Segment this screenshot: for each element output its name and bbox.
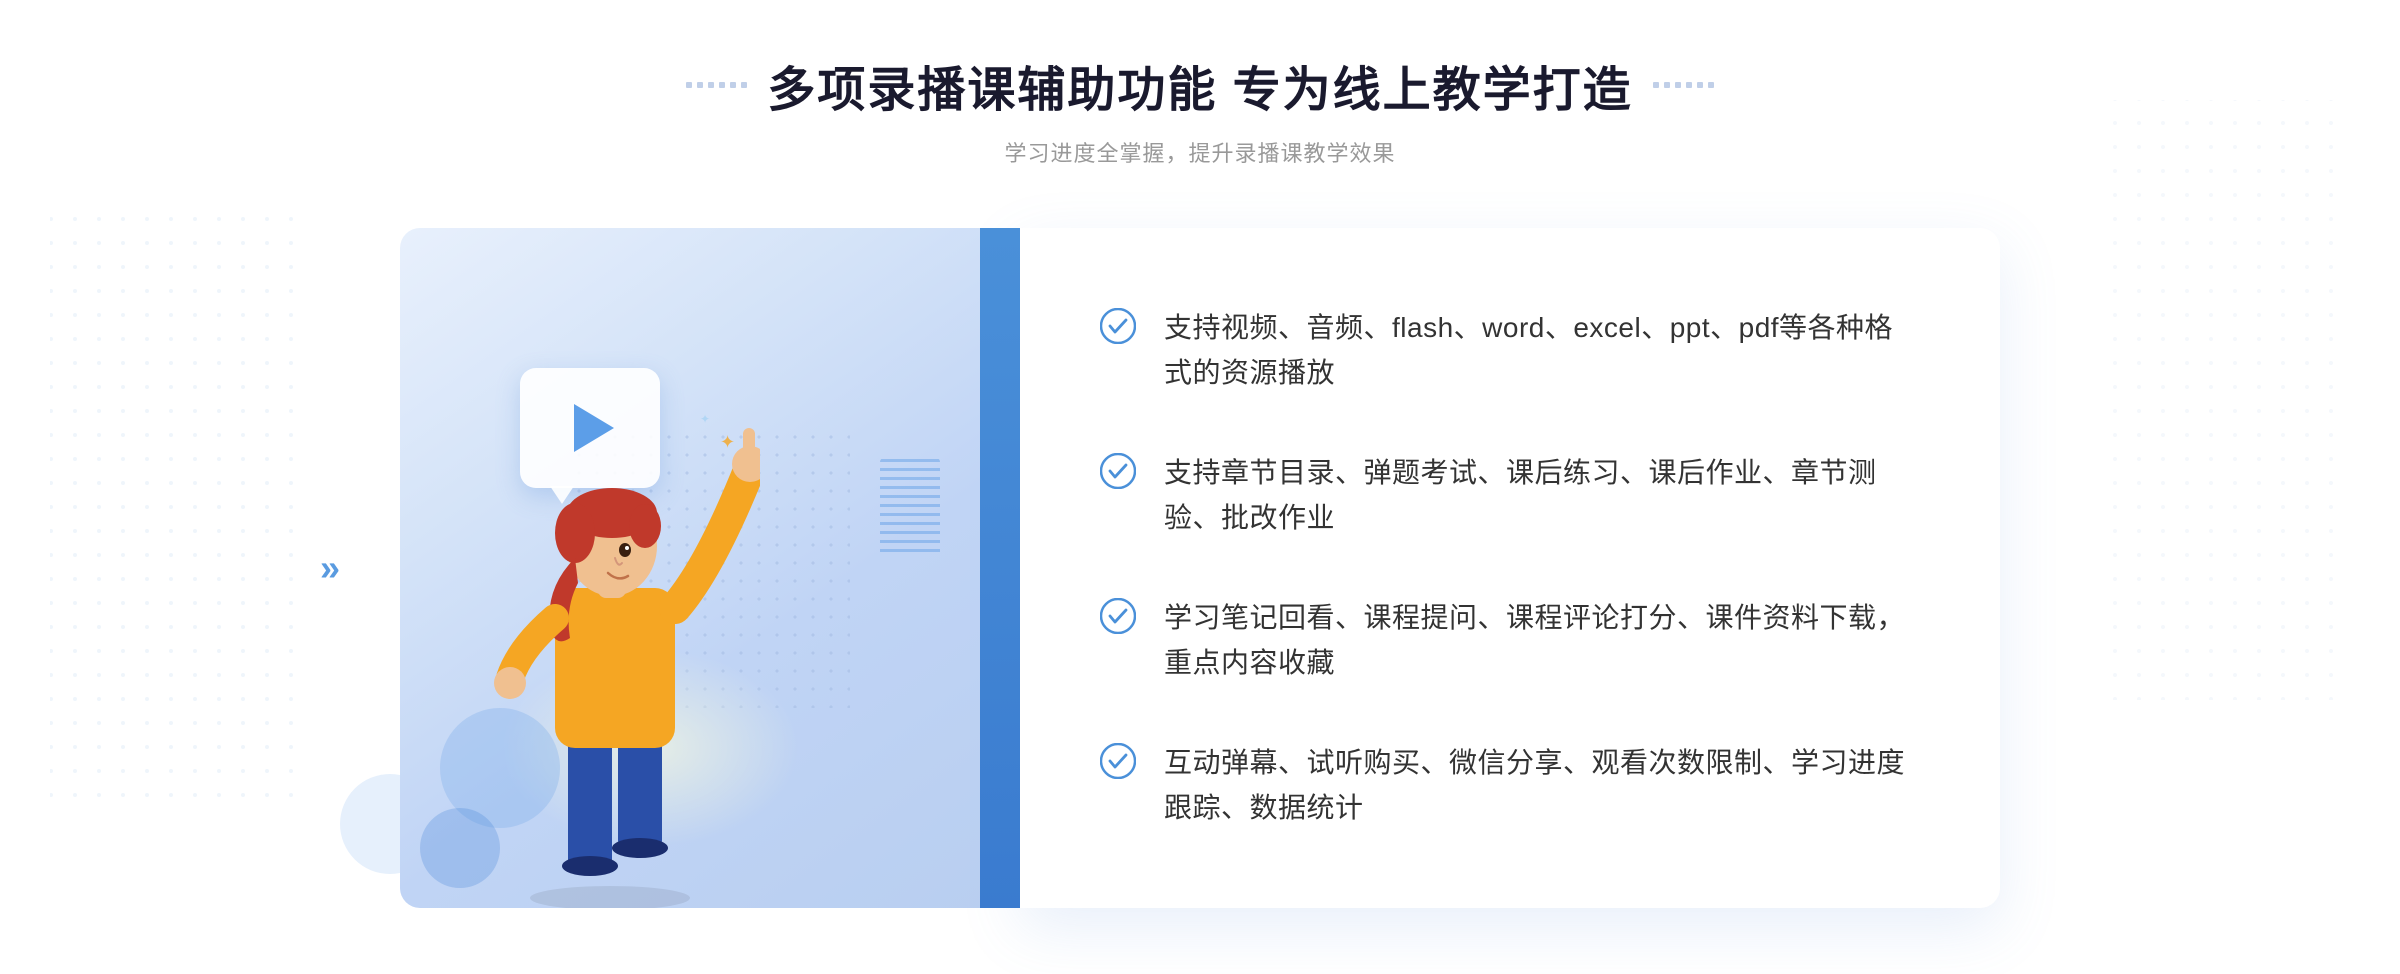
feature-item-4: 互动弹幕、试听购买、微信分享、观看次数限制、学习进度跟踪、数据统计 — [1100, 721, 1920, 851]
title-dots-right — [1653, 82, 1714, 88]
page-wrapper: 多项录播课辅助功能 专为线上教学打造 学习进度全掌握，提升录播课教学效果 » — [0, 0, 2400, 974]
main-title: 多项录播课辅助功能 专为线上教学打造 — [767, 50, 1632, 120]
illustration-panel: ✦ ✦ — [400, 228, 1020, 908]
stripe-decoration — [880, 458, 940, 558]
blue-bar — [980, 228, 1020, 908]
right-panel: 支持视频、音频、flash、word、excel、ppt、pdf等各种格式的资源… — [1020, 228, 2000, 908]
check-icon-4 — [1100, 743, 1136, 779]
content-area: » — [400, 228, 2000, 908]
feature-text-1: 支持视频、音频、flash、word、excel、ppt、pdf等各种格式的资源… — [1164, 306, 1920, 396]
feature-item-1: 支持视频、音频、flash、word、excel、ppt、pdf等各种格式的资源… — [1100, 286, 1920, 416]
svg-text:✦: ✦ — [720, 432, 735, 452]
character-illustration: ✦ ✦ — [460, 368, 760, 908]
feature-text-4: 互动弹幕、试听购买、微信分享、观看次数限制、学习进度跟踪、数据统计 — [1164, 741, 1920, 831]
check-icon-3 — [1100, 598, 1136, 634]
feature-item-3: 学习笔记回看、课程提问、课程评论打分、课件资料下载，重点内容收藏 — [1100, 576, 1920, 706]
header-section: 多项录播课辅助功能 专为线上教学打造 学习进度全掌握，提升录播课教学效果 — [686, 50, 1713, 168]
left-chevrons: » — [320, 547, 340, 589]
title-row: 多项录播课辅助功能 专为线上教学打造 — [686, 50, 1713, 120]
subtitle: 学习进度全掌握，提升录播课教学效果 — [686, 136, 1713, 168]
svg-text:✦: ✦ — [700, 412, 710, 426]
check-icon-1 — [1100, 308, 1136, 344]
title-dots-left — [686, 82, 747, 88]
feature-text-2: 支持章节目录、弹题考试、课后练习、课后作业、章节测验、批改作业 — [1164, 451, 1920, 541]
check-icon-2 — [1100, 453, 1136, 489]
chevron-icon: » — [320, 547, 340, 589]
feature-text-3: 学习笔记回看、课程提问、课程评论打分、课件资料下载，重点内容收藏 — [1164, 596, 1920, 686]
feature-item-2: 支持章节目录、弹题考试、课后练习、课后作业、章节测验、批改作业 — [1100, 431, 1920, 561]
